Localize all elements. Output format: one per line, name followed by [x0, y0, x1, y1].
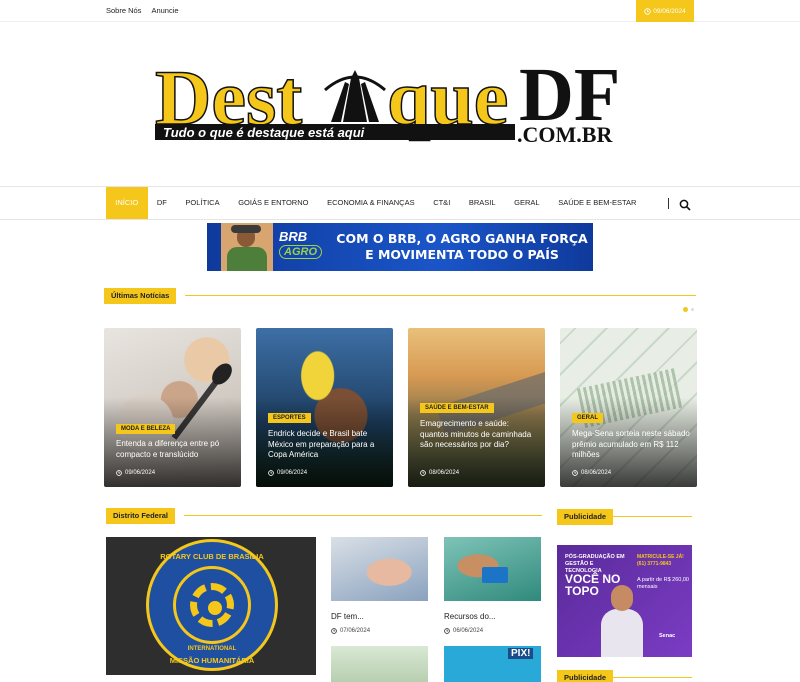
df-news-title[interactable]: Recursos do...	[444, 612, 496, 621]
news-card[interactable]: SAÚDE E BEM-ESTAR Emagrecimento e saúde:…	[408, 328, 545, 487]
senac-ad[interactable]: PÓS-GRADUAÇÃO EM GESTÃO E TECNOLOGIA MAT…	[557, 545, 692, 657]
df-section-heading: Distrito Federal	[106, 508, 542, 524]
main-nav: INÍCIO DF POLÍTICA GOIÁS E ENTORNO ECONO…	[0, 186, 800, 220]
banner-slogan: COM O BRB, O AGRO GANHA FORÇA E MOVIMENT…	[335, 231, 589, 263]
card-title[interactable]: Mega-Sena sorteia neste sábado prêmio ac…	[572, 429, 690, 461]
card-title[interactable]: Emagrecimento e saúde: quantos minutos d…	[420, 419, 538, 451]
latest-news-heading: Últimas Notícias	[104, 288, 696, 304]
df-feature-image[interactable]: ROTARY CLUB DE BRASÍLIA ROTARY INTERNATI…	[106, 537, 316, 675]
df-news-image[interactable]	[331, 537, 428, 601]
df-news-image[interactable]	[444, 537, 541, 601]
logo-tagline: Tudo o que é destaque está aqui	[163, 125, 365, 140]
card-category[interactable]: GERAL	[572, 413, 603, 423]
search-icon[interactable]	[679, 198, 691, 211]
clock-icon	[268, 470, 274, 476]
sidebar-ad-title-2: Publicidade	[557, 670, 614, 682]
clock-icon	[116, 470, 122, 476]
news-card[interactable]: ESPORTES Endrick decide e Brasil bate Mé…	[256, 328, 393, 487]
df-news-date-text: 06/06/2024	[453, 628, 484, 634]
card-date: 08/06/2024	[420, 470, 459, 476]
link-anuncie[interactable]: Anuncie	[151, 6, 178, 15]
nav-geral[interactable]: GERAL	[505, 187, 549, 219]
df-news-date: 07/06/2024	[331, 628, 370, 634]
df-news-image[interactable]	[331, 646, 428, 682]
rotary-text-bottom: MISSÃO HUMANITÁRIA	[169, 656, 255, 665]
card-date: 09/06/2024	[116, 470, 155, 476]
rotary-ring-text: ROTARY	[199, 578, 225, 584]
card-date: 09/06/2024	[268, 470, 307, 476]
clock-icon	[444, 628, 450, 634]
clock-icon	[420, 470, 426, 476]
clock-icon	[572, 470, 578, 476]
nav-politica[interactable]: POLÍTICA	[176, 187, 229, 219]
site-logo[interactable]: Dest que DF Tudo o que é destaque está a…	[155, 60, 645, 144]
logo-domain: .COM.BR	[517, 122, 613, 144]
clock-icon	[331, 628, 337, 634]
nav-saude-bem-estar[interactable]: SAÚDE E BEM-ESTAR	[549, 187, 646, 219]
clock-icon	[644, 7, 651, 15]
latest-news-title: Últimas Notícias	[104, 288, 177, 304]
nav-divider	[668, 198, 669, 209]
top-bar: Sobre Nós Anuncie 09/06/2024	[0, 0, 800, 22]
ad-brand: Senac	[659, 633, 676, 639]
df-news-title[interactable]: DF tem...	[331, 612, 364, 621]
farmer-image	[221, 223, 273, 271]
agro-text: AGRO	[279, 245, 322, 259]
card-category[interactable]: MODA E BELEZA	[116, 424, 176, 434]
rotary-emblem: ROTARY CLUB DE BRASÍLIA ROTARY INTERNATI…	[146, 539, 278, 671]
cathedral-icon	[324, 70, 386, 122]
df-news-image[interactable]: PIX!	[444, 646, 541, 682]
card-category[interactable]: SAÚDE E BEM-ESTAR	[420, 403, 494, 413]
brb-agro-logo: BRB AGRO	[279, 230, 329, 264]
nav-inicio[interactable]: INÍCIO	[106, 187, 148, 219]
card-date-text: 09/06/2024	[277, 470, 308, 476]
ad-person-image	[597, 585, 647, 657]
link-sobre-nos[interactable]: Sobre Nós	[106, 6, 141, 15]
brb-text: BRB	[279, 229, 308, 244]
sidebar-ad-heading-2: Publicidade	[557, 670, 692, 682]
df-news-date-text: 07/06/2024	[340, 628, 371, 634]
current-date: 09/06/2024	[636, 0, 694, 22]
nav-brasil[interactable]: BRASIL	[460, 187, 505, 219]
date-text: 09/06/2024	[653, 7, 686, 15]
card-date: 08/06/2024	[572, 470, 611, 476]
slider-dots[interactable]	[683, 307, 694, 312]
ad-line2: MATRICULE-SE JÁ! (61) 3771-9843	[637, 554, 684, 567]
card-category[interactable]: ESPORTES	[268, 413, 311, 423]
rotary-text-top: ROTARY CLUB DE BRASÍLIA	[160, 552, 264, 561]
banner-line1: COM O BRB, O AGRO GANHA FORÇA	[336, 231, 588, 246]
card-date-text: 09/06/2024	[125, 470, 156, 476]
banner-line2: E MOVIMENTA TODO O PAÍS	[365, 247, 559, 262]
card-title[interactable]: Entenda a diferença entre pó compacto e …	[116, 439, 234, 460]
news-card[interactable]: MODA E BELEZA Entenda a diferença entre …	[104, 328, 241, 487]
sidebar-ad-title: Publicidade	[557, 509, 614, 525]
rotary-ring-bottom-text: INTERNATIONAL	[187, 646, 237, 652]
news-card[interactable]: GERAL Mega-Sena sorteia neste sábado prê…	[560, 328, 697, 487]
nav-economia-financas[interactable]: ECONOMIA & FINANÇAS	[318, 187, 424, 219]
sidebar-ad-heading: Publicidade	[557, 509, 692, 525]
card-title[interactable]: Endrick decide e Brasil bate México em p…	[268, 429, 386, 461]
nav-cti[interactable]: CT&I	[424, 187, 460, 219]
top-links: Sobre Nós Anuncie	[106, 6, 179, 15]
brb-agro-banner[interactable]: BRB AGRO COM O BRB, O AGRO GANHA FORÇA E…	[207, 223, 593, 271]
card-date-text: 08/06/2024	[581, 470, 612, 476]
card-date-text: 08/06/2024	[429, 470, 460, 476]
df-news-date: 06/06/2024	[444, 628, 483, 634]
nav-df[interactable]: DF	[148, 187, 177, 219]
df-section-title: Distrito Federal	[106, 508, 176, 524]
nav-goias-entorno[interactable]: GOIÁS E ENTORNO	[229, 187, 318, 219]
pix-label: PIX!	[508, 648, 534, 659]
